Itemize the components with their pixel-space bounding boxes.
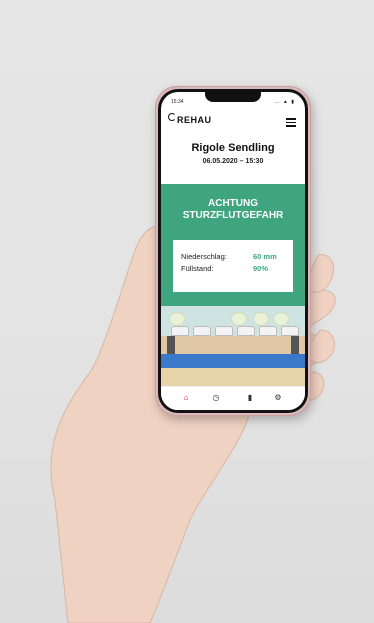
bar-chart-icon[interactable]: ▮ bbox=[245, 393, 255, 403]
phone-screen: 15:34 … ▲ ▮ REHAU Rigole Sendling 06.05.… bbox=[161, 92, 305, 410]
metric-row: Niederschlag: 60 mm bbox=[181, 252, 277, 261]
alert-text: ACHTUNG STURZFLUTGEFAHR bbox=[182, 198, 284, 221]
rigole-illustration bbox=[161, 306, 305, 386]
brand-logo: REHAU bbox=[177, 115, 212, 125]
car-illustration bbox=[281, 326, 299, 336]
status-icons: … ▲ ▮ bbox=[274, 99, 295, 105]
car-illustration bbox=[259, 326, 277, 336]
settings-icon[interactable]: ⚙ bbox=[273, 393, 283, 403]
smartphone: 15:34 … ▲ ▮ REHAU Rigole Sendling 06.05.… bbox=[155, 86, 311, 416]
bottom-navigation: ⌂ ◷ ▮ ⚙ bbox=[161, 386, 305, 410]
car-illustration bbox=[193, 326, 211, 336]
metric-value: 60 mm bbox=[253, 252, 277, 261]
tree-illustration bbox=[273, 312, 289, 326]
ground-layer bbox=[161, 336, 305, 354]
car-illustration bbox=[237, 326, 255, 336]
app-header: REHAU bbox=[161, 110, 305, 132]
gravel-layer bbox=[161, 368, 305, 386]
hamburger-menu-icon[interactable] bbox=[286, 118, 296, 127]
page-datetime: 06.05.2020 – 15:30 bbox=[202, 158, 264, 165]
home-icon[interactable]: ⌂ bbox=[181, 393, 191, 403]
drain-post bbox=[291, 336, 299, 354]
status-time: 15:34 bbox=[171, 99, 184, 105]
metric-label: Füllstand: bbox=[181, 264, 214, 273]
car-illustration bbox=[215, 326, 233, 336]
page-title: Rigole Sendling bbox=[191, 142, 275, 154]
metric-label: Niederschlag: bbox=[181, 252, 227, 261]
tree-illustration bbox=[253, 312, 269, 326]
tree-illustration bbox=[231, 312, 247, 326]
metric-value: 90% bbox=[253, 264, 269, 273]
tree-illustration bbox=[169, 312, 185, 326]
metric-row: Füllstand: 90% bbox=[181, 264, 268, 273]
car-illustration bbox=[171, 326, 189, 336]
clock-icon[interactable]: ◷ bbox=[211, 393, 221, 403]
metrics-card: Niederschlag: 60 mm Füllstand: 90% bbox=[173, 240, 293, 292]
phone-notch bbox=[205, 92, 261, 102]
water-level bbox=[161, 354, 305, 368]
drain-post bbox=[167, 336, 175, 354]
rehau-logo-icon bbox=[168, 113, 176, 121]
